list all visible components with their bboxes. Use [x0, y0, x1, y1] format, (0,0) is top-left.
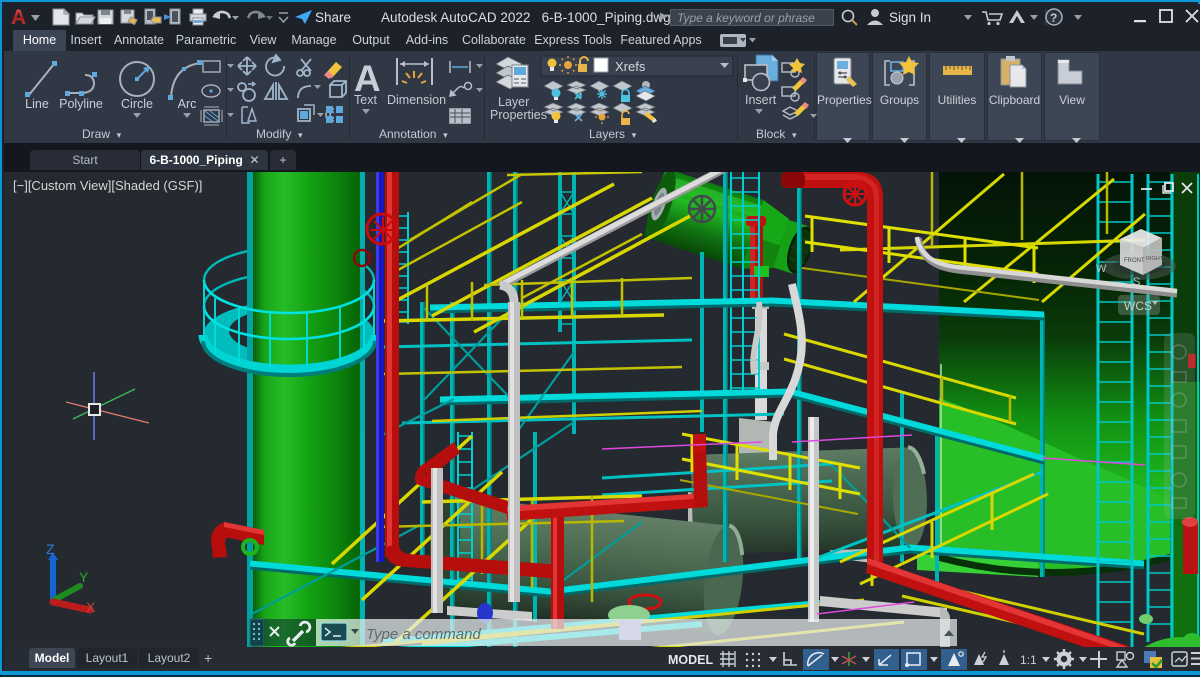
svg-text:WCS: WCS	[1124, 299, 1152, 313]
svg-text:?: ?	[1050, 11, 1057, 25]
svg-text:Share: Share	[315, 10, 351, 25]
svg-text:FRONT: FRONT	[1124, 258, 1145, 264]
svg-text:Text: Text	[354, 93, 377, 107]
svg-text:X: X	[86, 599, 96, 615]
svg-text:Insert: Insert	[745, 93, 777, 107]
svg-text:Arc: Arc	[178, 97, 197, 111]
svg-text:Circle: Circle	[121, 97, 153, 111]
svg-text:MODEL: MODEL	[668, 653, 714, 667]
svg-text:RIGHT: RIGHT	[1146, 256, 1164, 262]
svg-text:Z: Z	[46, 541, 55, 557]
svg-text:Type a command: Type a command	[366, 626, 481, 643]
svg-text:S: S	[1133, 276, 1140, 288]
svg-text:Properties: Properties	[490, 108, 547, 122]
svg-text:[−][Custom View][Shaded (GSF)]: [−][Custom View][Shaded (GSF)]	[13, 178, 202, 193]
svg-text:Polyline: Polyline	[59, 97, 103, 111]
svg-text:1:1: 1:1	[1020, 653, 1037, 667]
svg-text:Y: Y	[79, 569, 89, 585]
svg-text:W: W	[1096, 263, 1107, 275]
svg-text:Dimension: Dimension	[387, 93, 446, 107]
svg-text:Xrefs: Xrefs	[615, 59, 646, 74]
svg-text:Layer: Layer	[498, 95, 529, 109]
svg-text:Sign In: Sign In	[889, 10, 931, 25]
svg-text:A: A	[11, 6, 26, 29]
svg-text:Line: Line	[25, 97, 49, 111]
